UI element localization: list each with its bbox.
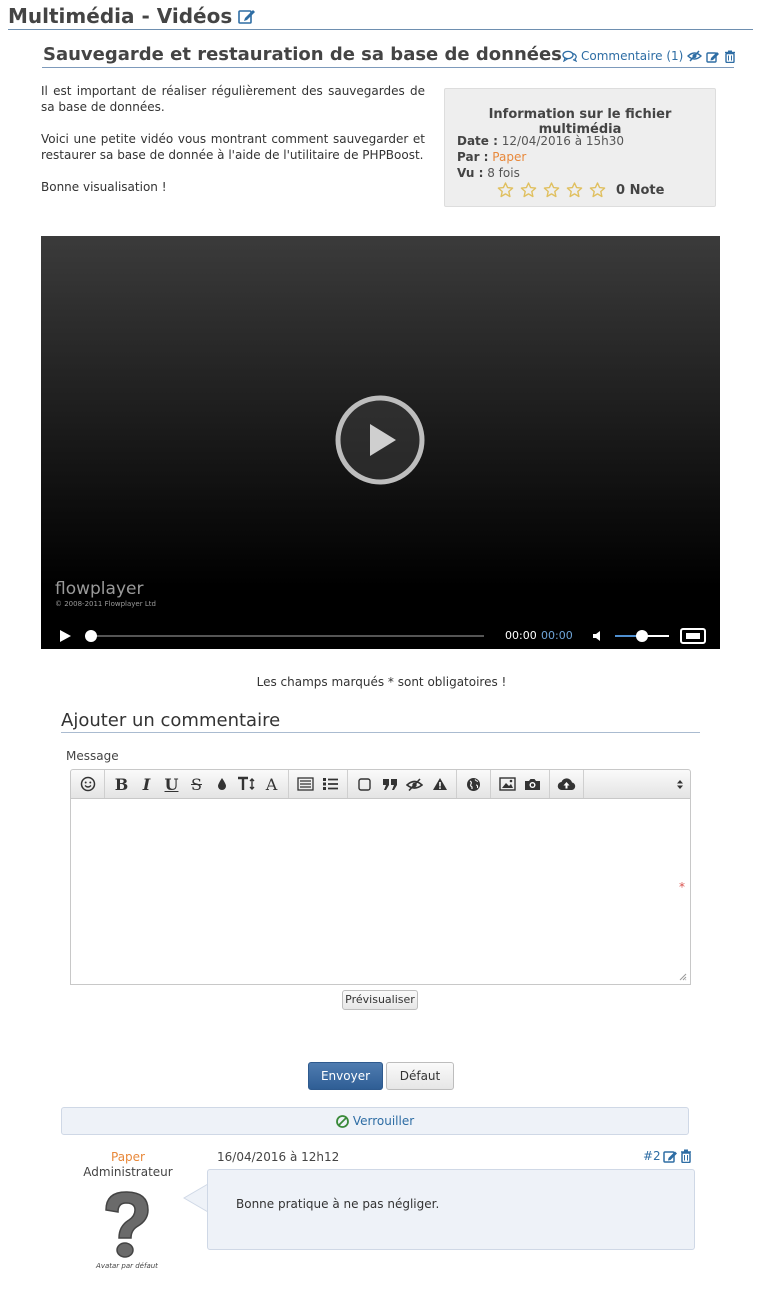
toolbar-group-paragraph xyxy=(289,770,348,798)
avatar xyxy=(98,1188,156,1260)
trash-icon[interactable] xyxy=(680,1149,692,1163)
send-button[interactable]: Envoyer xyxy=(308,1062,383,1090)
lock-comments-button[interactable]: Verrouiller xyxy=(61,1107,689,1135)
play-overlay-icon[interactable] xyxy=(334,394,426,486)
info-date-label: Date : xyxy=(457,134,498,148)
media-info-box: Information sur le fichier multimédia Da… xyxy=(444,88,716,207)
size-icon[interactable] xyxy=(234,772,259,796)
trash-icon[interactable] xyxy=(724,50,736,63)
flowplayer-logo: flowplayer xyxy=(55,579,144,599)
editor-toolbar: B I U S A xyxy=(70,769,691,799)
strikethrough-icon[interactable]: S xyxy=(184,772,209,796)
video-player[interactable]: flowplayer © 2008-2011 Flowplayer Ltd 00… xyxy=(41,236,720,649)
edit-icon[interactable] xyxy=(238,8,256,24)
play-icon[interactable] xyxy=(58,629,72,643)
flowplayer-copyright: © 2008-2011 Flowplayer Ltd xyxy=(55,600,156,608)
required-fields-note: Les champs marqués * sont obligatoires ! xyxy=(256,675,507,689)
image-icon[interactable] xyxy=(495,772,520,796)
edit-icon[interactable] xyxy=(662,1149,678,1163)
progress-track[interactable] xyxy=(91,635,484,637)
info-views-value: 8 fois xyxy=(487,166,520,180)
toolbar-group-format: B I U S A xyxy=(105,770,289,798)
intro-paragraph-1: Il est important de réaliser régulièreme… xyxy=(41,84,425,114)
resize-grip-icon[interactable] xyxy=(679,973,687,981)
article-title: Sauvegarde et restauration de sa base de… xyxy=(43,44,562,65)
info-views: Vu : 8 fois xyxy=(457,166,520,180)
expand-icon[interactable] xyxy=(670,772,690,796)
info-author: Par : Paper xyxy=(457,150,526,164)
italic-icon[interactable]: I xyxy=(134,772,159,796)
info-date-value: 12/04/2016 à 15h30 xyxy=(501,134,625,148)
article-actions: Commentaire (1) xyxy=(562,49,736,63)
volume-icon[interactable] xyxy=(592,630,605,642)
rating-star-icon[interactable] xyxy=(497,182,514,198)
current-time: 00:00 xyxy=(505,629,537,642)
bold-icon[interactable]: B xyxy=(109,772,134,796)
message-textarea[interactable] xyxy=(70,798,691,985)
list-icon[interactable] xyxy=(318,772,343,796)
info-author-label: Par : xyxy=(457,150,489,164)
comment-actions: #2 xyxy=(643,1149,692,1163)
comment-text: Bonne pratique à ne pas négliger. xyxy=(236,1197,440,1211)
underline-icon[interactable]: U xyxy=(159,772,184,796)
hide-icon[interactable] xyxy=(687,50,703,62)
avatar-caption: Avatar par défaut xyxy=(96,1262,158,1270)
hide-icon[interactable] xyxy=(402,772,427,796)
rating-stars xyxy=(497,182,606,198)
comments-link[interactable]: Commentaire (1) xyxy=(581,49,683,63)
toolbar-group-smiley xyxy=(71,770,105,798)
rating-widget: 0 Note xyxy=(497,182,664,198)
color-icon[interactable] xyxy=(209,772,234,796)
lock-icon xyxy=(335,1114,349,1128)
camera-icon[interactable] xyxy=(520,772,545,796)
block-icon[interactable] xyxy=(352,772,377,796)
info-date: Date : 12/04/2016 à 15h30 xyxy=(457,134,624,148)
comments-icon[interactable] xyxy=(562,50,577,62)
toolbar-group-upload xyxy=(550,770,584,798)
intro-paragraph-2: Voici une petite vidéo vous montrant com… xyxy=(41,132,425,162)
fullscreen-icon[interactable] xyxy=(680,628,706,644)
title-divider xyxy=(8,29,753,30)
comment-permalink[interactable]: #2 xyxy=(643,1149,661,1163)
info-author-link[interactable]: Paper xyxy=(492,150,526,164)
warning-icon[interactable] xyxy=(427,772,452,796)
rating-star-icon[interactable] xyxy=(520,182,537,198)
page-title-text: Multimédia - Vidéos xyxy=(8,4,233,28)
reset-button[interactable]: Défaut xyxy=(386,1062,454,1090)
comment-bubble-arrow xyxy=(183,1183,209,1213)
volume-handle[interactable] xyxy=(636,630,648,642)
edit-icon[interactable] xyxy=(706,50,720,63)
smiley-icon[interactable] xyxy=(75,772,100,796)
progress-handle[interactable] xyxy=(85,630,97,642)
comment-bubble: Bonne pratique à ne pas négliger. xyxy=(207,1169,695,1250)
comment-heading-divider xyxy=(61,732,700,733)
rating-star-icon[interactable] xyxy=(543,182,560,198)
comment-form-heading: Ajouter un commentaire xyxy=(61,710,281,731)
player-controls: 00:00 00:00 xyxy=(41,623,720,649)
message-label: Message xyxy=(66,749,119,763)
quote-icon[interactable] xyxy=(377,772,402,796)
info-box-title: Information sur le fichier multimédia xyxy=(488,107,672,137)
upload-icon[interactable] xyxy=(554,772,579,796)
toolbar-group-blocks xyxy=(348,770,457,798)
rating-star-icon[interactable] xyxy=(566,182,583,198)
comment-author[interactable]: Paper xyxy=(93,1150,163,1164)
lock-label: Verrouiller xyxy=(352,1114,415,1128)
article-divider xyxy=(42,67,734,68)
rating-label: 0 Note xyxy=(616,182,665,198)
comment-author-rank: Administrateur xyxy=(83,1165,173,1179)
intro-paragraph-3: Bonne visualisation ! xyxy=(41,180,167,194)
comment-date: 16/04/2016 à 12h12 xyxy=(217,1150,340,1164)
info-views-label: Vu : xyxy=(457,166,484,180)
toolbar-group-media xyxy=(491,770,550,798)
paragraph-icon[interactable] xyxy=(293,772,318,796)
toolbar-group-link xyxy=(457,770,491,798)
duration: 00:00 xyxy=(541,629,573,642)
page-title: Multimédia - Vidéos xyxy=(8,4,256,28)
globe-icon[interactable] xyxy=(461,772,486,796)
font-icon[interactable]: A xyxy=(259,772,284,796)
preview-button[interactable]: Prévisualiser xyxy=(342,990,418,1010)
required-marker: * xyxy=(679,880,685,894)
rating-star-icon[interactable] xyxy=(589,182,606,198)
